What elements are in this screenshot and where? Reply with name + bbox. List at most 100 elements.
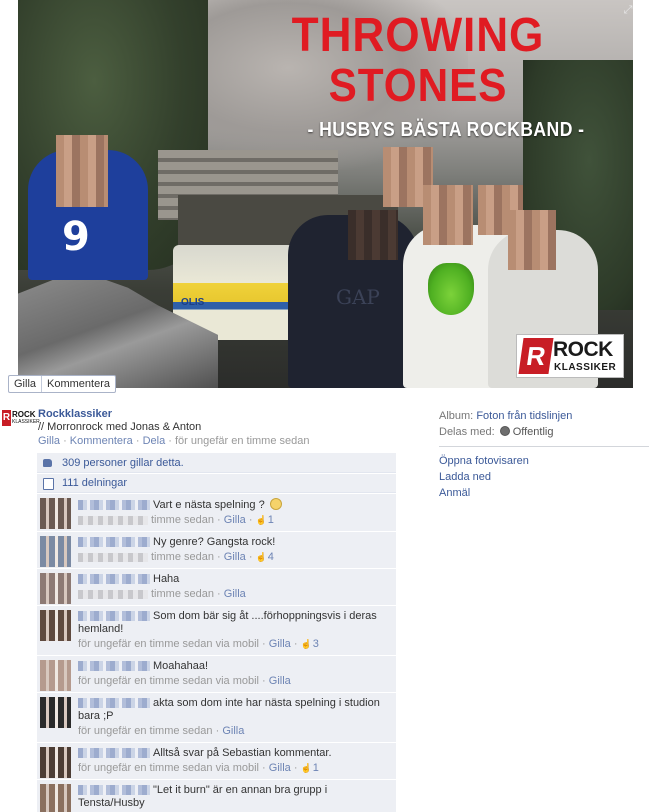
like-count-value[interactable]: 1: [313, 762, 319, 774]
commenter-name[interactable]: [78, 537, 150, 548]
shirt-text: GAP: [336, 285, 380, 309]
comment-like-link[interactable]: Gilla: [224, 588, 246, 600]
comment-like-count[interactable]: ☝1: [301, 762, 319, 774]
photo-title-line1: THROWING: [291, 9, 545, 62]
photo-comment-button[interactable]: Kommentera: [41, 376, 115, 392]
comment-like-link[interactable]: Gilla: [269, 675, 291, 687]
commenter-avatar[interactable]: [40, 747, 71, 778]
commenter-avatar[interactable]: [40, 697, 71, 728]
comment-item: Haha timme sedan · Gilla: [37, 568, 396, 605]
comment-item: Som dom bär sig åt ....förhoppningsvis i…: [37, 605, 396, 655]
comment-item: Ny genre? Gangsta rock! timme sedan · Gil…: [37, 531, 396, 568]
pixelated-face: [508, 210, 556, 270]
comment-body: Moahahaa!: [78, 660, 392, 673]
commenter-name[interactable]: [78, 748, 150, 759]
comment-timestamp[interactable]: timme sedan: [151, 514, 214, 526]
commenter-name[interactable]: [78, 611, 150, 622]
comment-like-count[interactable]: ☝4: [256, 551, 274, 563]
comment-timestamp[interactable]: för ungefär en timme sedan via mobil: [78, 762, 259, 774]
comment-text: Alltså svar på Sebastian kommentar.: [153, 747, 332, 759]
commenter-avatar[interactable]: [40, 784, 71, 812]
feedback-section: 309 personer gillar detta. 111 delningar…: [37, 453, 396, 812]
post-share-link[interactable]: Dela: [143, 435, 166, 447]
commenter-avatar[interactable]: [40, 573, 71, 604]
shares-text[interactable]: 111 delningar: [62, 477, 127, 489]
shares-row[interactable]: 111 delningar: [37, 473, 396, 493]
post-caption: // Morronrock med Jonas & Anton: [38, 421, 202, 433]
commenter-name[interactable]: [78, 500, 150, 511]
download-link[interactable]: Ladda ned: [439, 469, 649, 485]
pixelated-face: [423, 185, 473, 245]
divider: [439, 446, 649, 447]
commenter-avatar[interactable]: [40, 610, 71, 641]
author-avatar[interactable]: R ROCK KLASSIKER: [2, 410, 40, 428]
post-comment-link[interactable]: Kommentera: [70, 435, 133, 447]
likes-text[interactable]: 309 personer gillar detta.: [62, 457, 184, 469]
privacy-row: Delas med: Offentlig: [439, 424, 649, 440]
comment-timestamp[interactable]: för ungefär en timme sedan: [78, 725, 213, 737]
photo-like-button[interactable]: Gilla: [9, 376, 41, 392]
comment-like-count[interactable]: ☝1: [256, 514, 274, 526]
comment-like-link[interactable]: Gilla: [222, 725, 244, 737]
commenter-avatar[interactable]: [40, 498, 71, 529]
logo-letter: R: [518, 338, 554, 374]
album-label: Album:: [439, 410, 474, 422]
pixelated-text: [78, 589, 148, 599]
photo-title-line2: STONES: [328, 59, 508, 111]
thumbs-up-icon: [41, 457, 55, 469]
likes-row[interactable]: 309 personer gillar detta.: [37, 453, 396, 473]
comment-like-link[interactable]: Gilla: [224, 514, 246, 526]
rockklassiker-logo: R ROCK KLASSIKER: [516, 334, 624, 378]
avatar-line2: KLASSIKER: [12, 419, 40, 425]
comment-item: Moahahaa! för ungefär en timme sedan via …: [37, 655, 396, 692]
like-count-value[interactable]: 1: [268, 514, 274, 526]
comment-list: Vart e nästa spelning ? timme sedan · Gi…: [37, 493, 396, 812]
privacy-value[interactable]: Offentlig: [513, 426, 554, 438]
avatar-letter: R: [2, 410, 11, 426]
commenter-name[interactable]: [78, 698, 150, 709]
expand-icon[interactable]: ⤢: [622, 4, 633, 16]
logo-line1: ROCK: [553, 338, 613, 361]
comment-like-link[interactable]: Gilla: [269, 638, 291, 650]
album-link[interactable]: Foton från tidslinjen: [476, 410, 572, 422]
comment-body: Vart e nästa spelning ?: [78, 498, 392, 512]
pixelated-text: [78, 552, 148, 562]
commenter-name[interactable]: [78, 574, 150, 585]
shared-label: Delas med:: [439, 426, 495, 438]
jersey-number: 9: [62, 214, 90, 260]
post-meta: Gilla · Kommentera · Dela · för ungefär …: [38, 435, 310, 447]
commenter-name[interactable]: [78, 785, 150, 796]
pixelated-text: [78, 515, 148, 525]
post-timestamp[interactable]: för ungefär en timme sedan: [175, 435, 310, 447]
comment-meta: för ungefär en timme sedan · Gilla: [78, 725, 245, 737]
like-count-value[interactable]: 4: [268, 551, 274, 563]
post-photo[interactable]: OLIS 9 GAP THROWING STONES - HUSBYS BÄST…: [18, 0, 633, 388]
comment-timestamp[interactable]: för ungefär en timme sedan via mobil: [78, 675, 259, 687]
police-text: OLIS: [181, 297, 205, 308]
comment-timestamp[interactable]: timme sedan: [151, 551, 214, 563]
open-photo-viewer-link[interactable]: Öppna fotovisaren: [439, 453, 649, 469]
comment-like-link[interactable]: Gilla: [224, 551, 246, 563]
globe-icon: [499, 426, 510, 436]
comment-body: Alltså svar på Sebastian kommentar.: [78, 747, 392, 760]
post-like-link[interactable]: Gilla: [38, 435, 60, 447]
comment-like-count[interactable]: ☝3: [301, 638, 319, 650]
pixelated-face: [348, 210, 398, 260]
smiley-icon: [269, 498, 282, 510]
thumbs-up-icon: ☝: [255, 515, 267, 525]
photo-actions: Gilla Kommentera: [8, 375, 116, 393]
comment-like-link[interactable]: Gilla: [269, 762, 291, 774]
like-count-value[interactable]: 3: [313, 638, 319, 650]
comment-body: "Let it burn" är en annan bra grupp i Te…: [78, 784, 392, 810]
comment-timestamp[interactable]: timme sedan: [151, 588, 214, 600]
comment-timestamp[interactable]: för ungefär en timme sedan via mobil: [78, 638, 259, 650]
commenter-avatar[interactable]: [40, 660, 71, 691]
comment-item: akta som dom inte har nästa spelning i s…: [37, 692, 396, 742]
report-link[interactable]: Anmäl: [439, 485, 649, 501]
comment-meta: timme sedan · Gilla: [78, 587, 392, 601]
author-name[interactable]: Rockklassiker: [38, 408, 112, 420]
commenter-name[interactable]: [78, 661, 150, 672]
comment-text: Haha: [153, 573, 180, 585]
commenter-avatar[interactable]: [40, 536, 71, 567]
album-row: Album: Foton från tidslinjen: [439, 408, 649, 424]
